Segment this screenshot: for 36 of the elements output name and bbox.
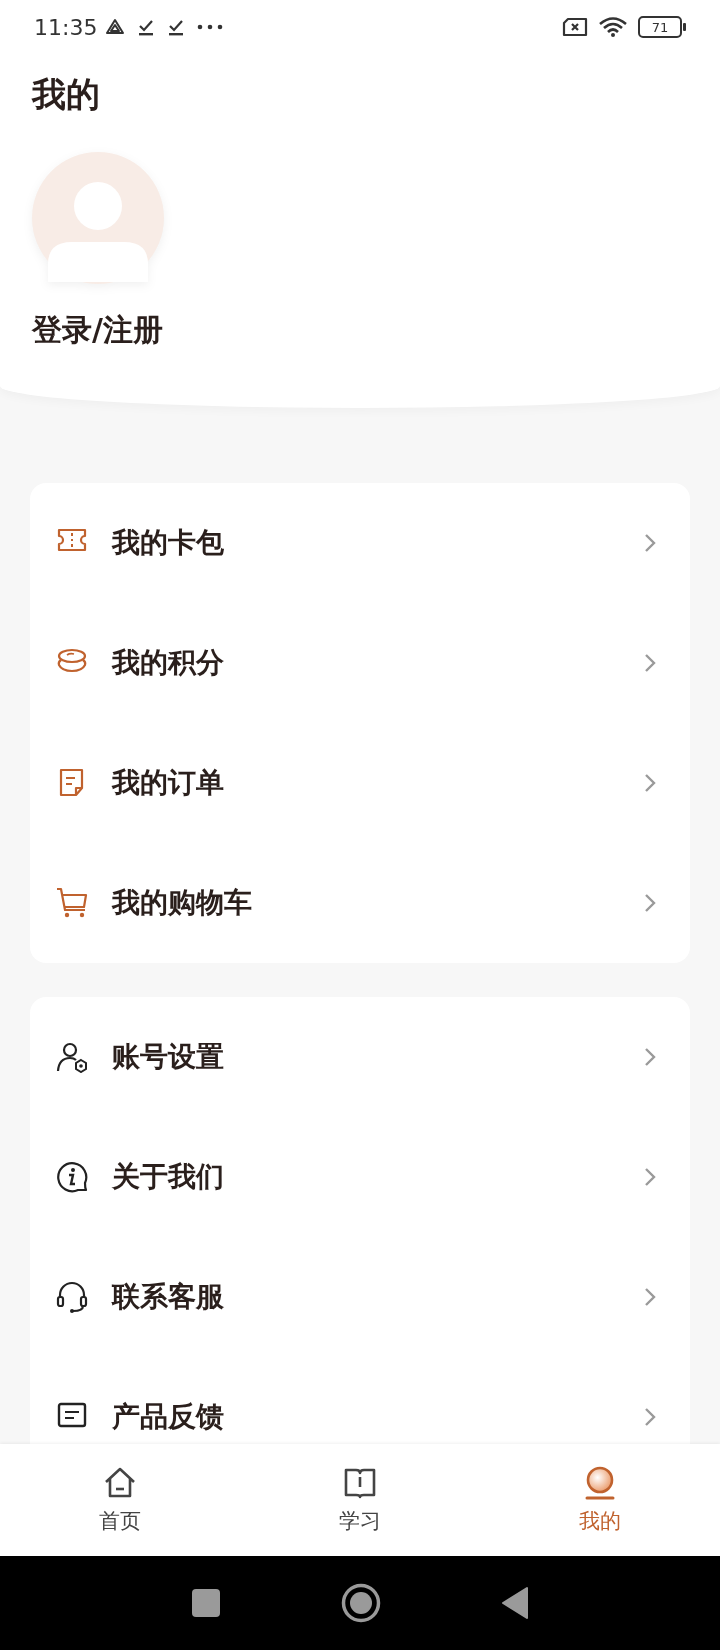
menu-item[interactable]: 我的购物车	[30, 843, 690, 963]
status-time: 11:35	[34, 14, 98, 40]
chevron-right-icon	[644, 1407, 656, 1427]
download-done-icon	[137, 18, 156, 36]
menu-item[interactable]: 我的卡包	[30, 483, 690, 603]
chevron-right-icon	[644, 653, 656, 673]
drive-icon	[105, 18, 126, 36]
chevron-right-icon	[644, 773, 656, 793]
avatar-icon	[32, 152, 164, 284]
no-sim-icon	[562, 17, 588, 37]
chevron-right-icon	[644, 893, 656, 913]
menu-item[interactable]: 我的订单	[30, 723, 690, 843]
user-gear-icon	[56, 1041, 88, 1073]
menu-item[interactable]: 联系客服	[30, 1237, 690, 1357]
back-button[interactable]	[501, 1586, 529, 1620]
download-done-icon	[167, 18, 186, 36]
wifi-icon	[598, 16, 628, 38]
home-button[interactable]	[341, 1583, 381, 1623]
menu-item[interactable]: 账号设置	[30, 997, 690, 1117]
menu-item[interactable]: 关于我们	[30, 1117, 690, 1237]
login-link[interactable]: 登录/注册	[32, 310, 163, 350]
chevron-right-icon	[644, 1167, 656, 1187]
more-icon	[197, 24, 224, 30]
menu-item[interactable]: 产品反馈	[30, 1357, 690, 1444]
cart-icon	[56, 887, 88, 919]
chevron-right-icon	[644, 533, 656, 553]
tab[interactable]: 首页	[0, 1444, 240, 1556]
tab[interactable]: 学习	[240, 1444, 480, 1556]
menu-item[interactable]: 我的积分	[30, 603, 690, 723]
headset-icon	[56, 1281, 88, 1313]
chevron-right-icon	[644, 1287, 656, 1307]
chevron-right-icon	[644, 1047, 656, 1067]
tab[interactable]: 我的	[480, 1444, 720, 1556]
info-icon	[56, 1161, 88, 1193]
page-title: 我的	[32, 73, 101, 116]
recents-button[interactable]	[191, 1588, 221, 1618]
